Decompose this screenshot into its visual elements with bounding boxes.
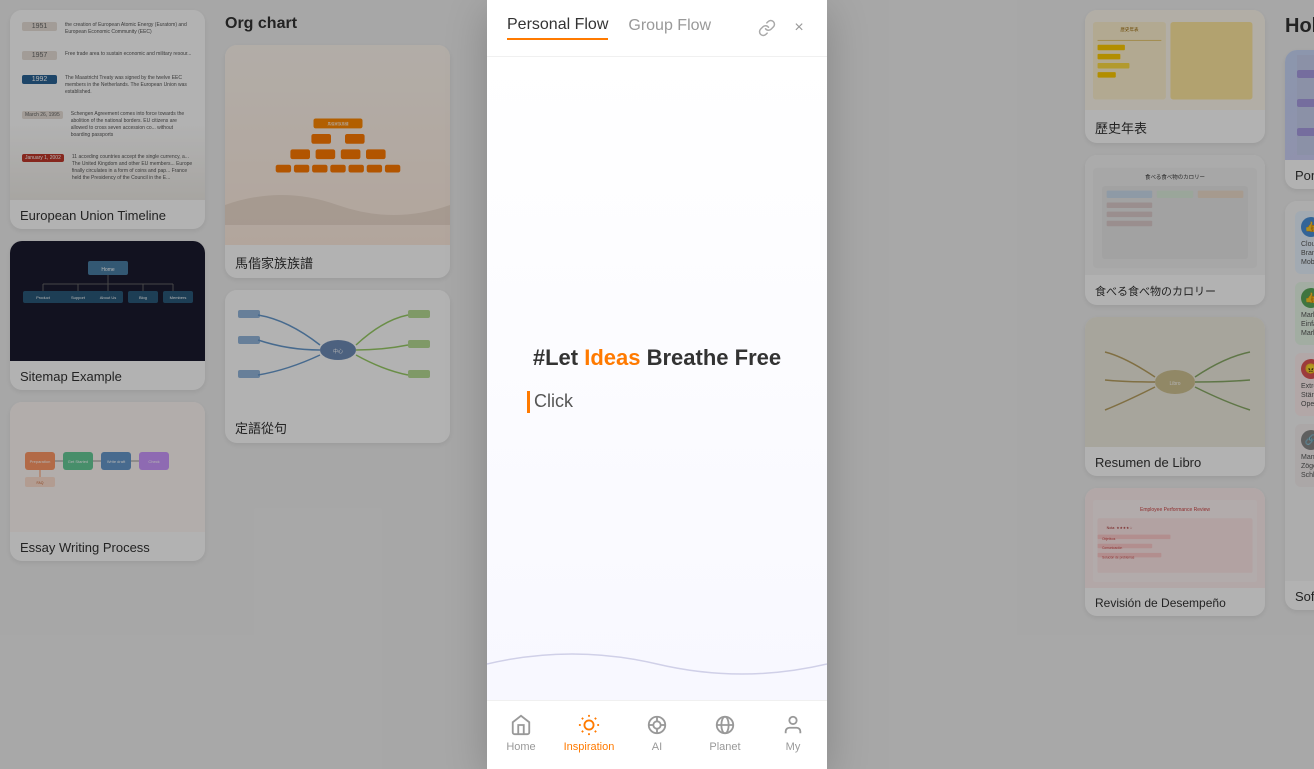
my-label: My	[786, 741, 801, 753]
tab-personal[interactable]: Personal Flow	[507, 16, 608, 40]
modal-tagline: #Let Ideas Breathe Free	[533, 345, 781, 371]
wave-decoration	[487, 639, 827, 689]
inspiration-label: Inspiration	[564, 741, 615, 753]
footer-planet[interactable]: Planet	[698, 713, 753, 753]
footer-my[interactable]: My	[766, 713, 821, 753]
ai-label: AI	[652, 741, 662, 753]
planet-icon	[713, 713, 737, 737]
text-cursor	[527, 391, 530, 413]
footer-ai[interactable]: AI	[630, 713, 685, 753]
modal: Personal Flow Group Flow × #Let Ideas Br…	[487, 0, 827, 769]
close-button[interactable]: ×	[787, 16, 811, 40]
modal-overlay[interactable]: Personal Flow Group Flow × #Let Ideas Br…	[0, 0, 1314, 769]
modal-footer: Home Inspirat	[487, 700, 827, 769]
footer-inspiration[interactable]: Inspiration	[562, 713, 617, 753]
home-icon	[509, 713, 533, 737]
tagline-highlight: Ideas	[584, 345, 640, 370]
click-text: Click	[534, 391, 573, 412]
ai-icon	[645, 713, 669, 737]
planet-label: Planet	[709, 741, 740, 753]
modal-content: #Let Ideas Breathe Free Click	[487, 57, 827, 700]
footer-home[interactable]: Home	[494, 713, 549, 753]
my-icon	[781, 713, 805, 737]
modal-header: Personal Flow Group Flow ×	[487, 0, 827, 57]
tab-group[interactable]: Group Flow	[628, 17, 711, 39]
home-label: Home	[506, 741, 535, 753]
link-icon[interactable]	[755, 16, 779, 40]
inspiration-icon	[577, 713, 601, 737]
